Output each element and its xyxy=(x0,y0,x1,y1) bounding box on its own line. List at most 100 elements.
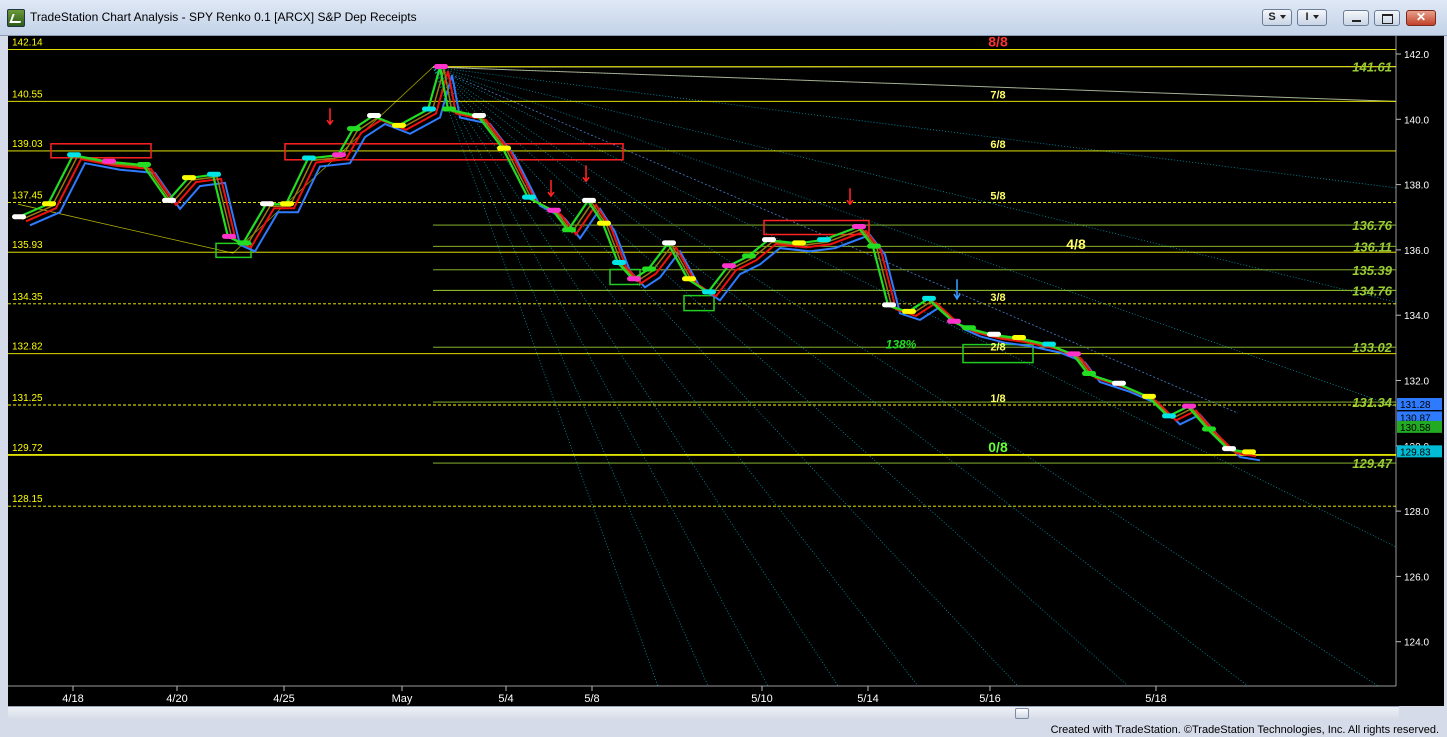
price-tag-label: 130.58 xyxy=(1400,423,1431,434)
symbol-link-button[interactable]: S xyxy=(1262,9,1292,26)
minimize-button[interactable] xyxy=(1343,10,1369,26)
murrey-fraction-label: 5/8 xyxy=(990,191,1005,203)
renko-signal-dot xyxy=(1082,370,1096,376)
scrollbar-thumb[interactable] xyxy=(1015,708,1029,719)
price-axis-label: 138.0 xyxy=(1404,181,1429,192)
renko-signal-dot xyxy=(562,227,576,233)
price-axis-label: 126.0 xyxy=(1404,572,1429,583)
renko-signal-dot xyxy=(682,276,696,282)
renko-signal-dot xyxy=(962,325,976,331)
renko-signal-dot xyxy=(627,276,641,282)
renko-signal-dot xyxy=(137,162,151,168)
target-level-label: 141.61 xyxy=(1352,60,1392,75)
close-icon: ✕ xyxy=(1415,10,1427,24)
title-bar: TradeStation Chart Analysis - SPY Renko … xyxy=(0,0,1447,36)
target-level-label: 133.02 xyxy=(1352,340,1393,355)
murrey-fraction-label: 8/8 xyxy=(988,36,1008,49)
renko-signal-dot xyxy=(1067,351,1081,357)
level-price-label: 129.72 xyxy=(12,443,43,454)
renko-signal-dot xyxy=(902,308,916,314)
price-axis-label: 140.0 xyxy=(1404,115,1429,126)
renko-signal-dot xyxy=(947,318,961,324)
renko-signal-dot xyxy=(67,152,81,158)
renko-signal-dot xyxy=(792,240,806,246)
renko-signal-dot xyxy=(597,220,611,226)
renko-signal-dot xyxy=(642,266,656,272)
target-level-label: 134.76 xyxy=(1352,283,1393,298)
price-tag: 130.58 xyxy=(1397,420,1442,434)
chart-background xyxy=(8,36,1444,706)
target-level-label: 131.34 xyxy=(1352,395,1393,410)
renko-signal-dot xyxy=(367,113,381,119)
time-axis-label: 5/16 xyxy=(979,693,1000,705)
time-axis-label: 5/8 xyxy=(584,693,599,705)
level-price-label: 140.55 xyxy=(12,89,43,100)
price-axis-label: 134.0 xyxy=(1404,311,1429,322)
renko-signal-dot xyxy=(762,237,776,243)
time-axis-label: 5/4 xyxy=(498,693,513,705)
level-price-label: 139.03 xyxy=(12,139,43,150)
level-price-label: 128.15 xyxy=(12,494,43,505)
murrey-fraction-label: 3/8 xyxy=(990,292,1005,304)
extension-percent-label: 138% xyxy=(886,338,917,352)
renko-signal-dot xyxy=(1162,413,1176,419)
time-axis-label: 5/18 xyxy=(1145,693,1166,705)
price-axis-label: 124.0 xyxy=(1404,638,1429,649)
price-tag: 129.83 xyxy=(1397,445,1442,458)
renko-signal-dot xyxy=(207,171,221,177)
indicator-link-button[interactable]: I xyxy=(1297,9,1327,26)
copyright-footer: Created with TradeStation. ©TradeStation… xyxy=(1050,724,1439,736)
indicator-link-label: I xyxy=(1305,11,1309,23)
renko-signal-dot xyxy=(817,237,831,243)
level-price-label: 137.45 xyxy=(12,191,43,202)
renko-signal-dot xyxy=(332,152,346,158)
murrey-fraction-label: 0/8 xyxy=(988,439,1008,455)
renko-signal-dot xyxy=(497,145,511,151)
renko-signal-dot xyxy=(260,201,274,207)
maximize-button[interactable] xyxy=(1374,10,1400,26)
price-axis-label: 136.0 xyxy=(1404,246,1429,257)
renko-chart[interactable]: 142.14 140.55 139.03 137.45 135.93 134.35 132.… xyxy=(8,33,1444,706)
renko-signal-dot xyxy=(1012,335,1026,341)
renko-signal-dot xyxy=(422,106,436,112)
renko-signal-dot xyxy=(392,122,406,128)
target-level-label: 135.39 xyxy=(1352,263,1393,278)
close-button[interactable]: ✕ xyxy=(1406,10,1436,26)
time-axis-label: 4/25 xyxy=(273,693,294,705)
renko-signal-dot xyxy=(722,263,736,269)
tradestation-app-icon xyxy=(7,9,25,27)
murrey-fraction-label: 7/8 xyxy=(990,89,1005,101)
renko-signal-dot xyxy=(1142,393,1156,399)
renko-signal-dot xyxy=(1242,449,1256,455)
level-price-label: 132.82 xyxy=(12,342,43,353)
murrey-fraction-label: 2/8 xyxy=(990,342,1005,354)
renko-signal-dot xyxy=(582,197,596,203)
renko-signal-dot xyxy=(702,289,716,295)
renko-signal-dot xyxy=(612,259,626,265)
renko-signal-dot xyxy=(434,64,448,70)
renko-signal-dot xyxy=(12,214,26,220)
target-level-label: 129.47 xyxy=(1352,456,1393,471)
renko-signal-dot xyxy=(1182,403,1196,409)
renko-signal-dot xyxy=(442,106,456,112)
renko-signal-dot xyxy=(182,175,196,181)
price-axis-label: 132.0 xyxy=(1404,377,1429,388)
level-price-label: 135.93 xyxy=(12,240,43,251)
horizontal-scrollbar[interactable] xyxy=(8,706,1399,720)
time-axis-label: May xyxy=(392,693,413,705)
price-tag-label: 129.83 xyxy=(1400,447,1431,458)
renko-signal-dot xyxy=(987,331,1001,337)
renko-signal-dot xyxy=(1222,446,1236,452)
renko-signal-dot xyxy=(162,197,176,203)
target-level-label: 136.11 xyxy=(1353,239,1392,254)
chart-frame[interactable]: 142.14 140.55 139.03 137.45 135.93 134.35 132.… xyxy=(8,33,1444,706)
renko-signal-dot xyxy=(222,233,236,239)
renko-signal-dot xyxy=(922,295,936,301)
renko-signal-dot xyxy=(547,207,561,213)
price-axis-label: 128.0 xyxy=(1404,507,1429,518)
level-price-label: 131.25 xyxy=(12,393,43,404)
target-level-label: 136.76 xyxy=(1352,218,1393,233)
price-tag-label: 131.28 xyxy=(1400,400,1431,411)
time-axis-label: 4/20 xyxy=(166,693,187,705)
renko-signal-dot xyxy=(472,113,486,119)
